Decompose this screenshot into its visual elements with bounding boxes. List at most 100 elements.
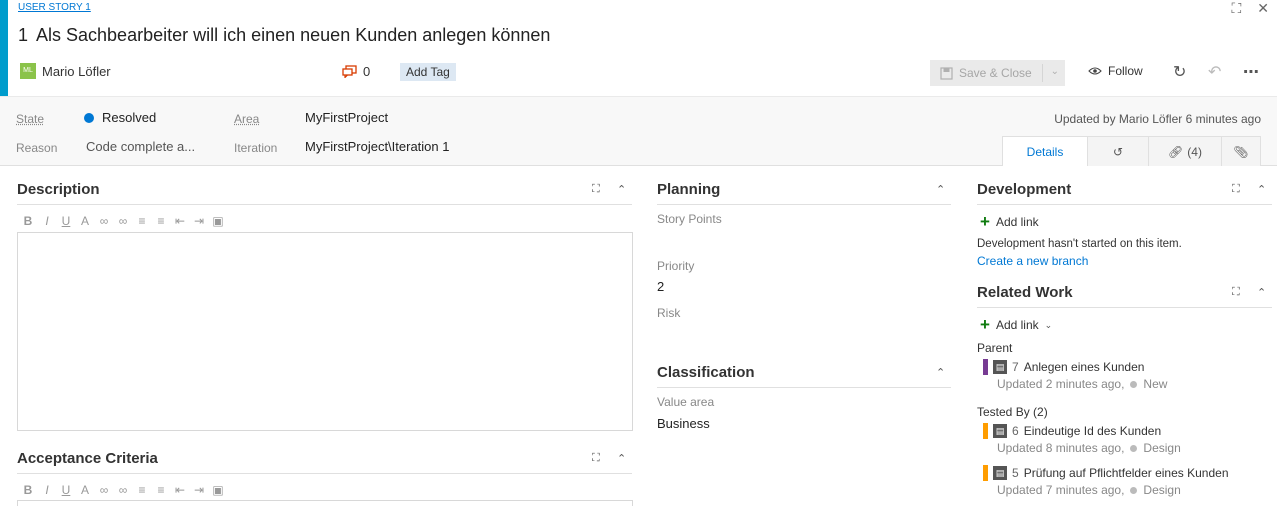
indent-icon[interactable]: ⇥ — [193, 483, 205, 497]
acceptance-criteria-title[interactable]: Acceptance Criteria — [17, 450, 158, 467]
chevron-up-icon[interactable]: ⌃ — [1257, 286, 1266, 299]
reason-field[interactable]: Code complete a... — [86, 139, 195, 154]
assigned-to[interactable]: Mario Löfler — [42, 64, 111, 79]
chevron-up-icon[interactable]: ⌃ — [617, 452, 626, 465]
state-field[interactable]: Resolved — [84, 110, 156, 125]
follow-button[interactable]: Follow — [1088, 64, 1143, 78]
bold-icon[interactable]: B — [22, 214, 34, 228]
plus-icon: + — [980, 315, 990, 334]
related-item-title[interactable]: Prüfung auf Pflichtfelder eines Kunden — [1024, 466, 1229, 480]
classification-title[interactable]: Classification — [657, 364, 755, 381]
bold-icon[interactable]: B — [22, 483, 34, 497]
numbered-list-icon[interactable]: ≡ — [155, 214, 167, 228]
chevron-up-icon[interactable]: ⌃ — [617, 183, 626, 196]
related-item-state: Design — [1143, 441, 1181, 455]
state-label: State — [16, 112, 45, 126]
highlight-icon[interactable]: A — [79, 214, 91, 228]
state-value: Resolved — [102, 110, 157, 125]
related-item-meta: Updated 7 minutes ago, Design — [997, 483, 1181, 497]
eye-icon — [1088, 67, 1102, 75]
maximize-icon[interactable]: ⛶ — [1232, 183, 1240, 196]
refresh-icon[interactable]: ↻ — [1173, 62, 1186, 82]
last-updated[interactable]: Updated by Mario Löfler 6 minutes ago — [1054, 112, 1261, 126]
description-editor[interactable] — [17, 232, 633, 431]
type-color-bar — [983, 465, 988, 481]
add-link-label: Add link — [995, 215, 1039, 229]
underline-icon[interactable]: U — [60, 483, 72, 497]
indent-icon[interactable]: ⇥ — [193, 214, 205, 228]
more-actions-icon[interactable]: ⋯ — [1243, 62, 1259, 82]
related-add-link-button[interactable]: + Add link ⌄ — [980, 315, 1052, 334]
work-item-icon: ▤ — [993, 360, 1007, 374]
underline-icon[interactable]: U — [60, 214, 72, 228]
tab-history[interactable]: ↺ — [1087, 136, 1149, 166]
related-item-title[interactable]: Anlegen eines Kunden — [1024, 360, 1145, 374]
maximize-icon[interactable]: ⛶ — [1232, 286, 1240, 299]
divider — [17, 204, 632, 205]
link-icon[interactable]: ∞ — [98, 483, 110, 497]
maximize-icon[interactable]: ⛶ — [592, 183, 600, 196]
numbered-list-icon[interactable]: ≡ — [155, 483, 167, 497]
work-item-id: 1 — [18, 25, 29, 45]
fullscreen-icon[interactable]: ⛶ — [1231, 0, 1241, 17]
chevron-up-icon[interactable]: ⌃ — [936, 183, 945, 196]
add-link-label: Add link — [995, 318, 1039, 332]
link-icon: 🔗︎ — [1168, 144, 1184, 159]
create-branch-link[interactable]: Create a new branch — [977, 254, 1088, 268]
outdent-icon[interactable]: ⇤ — [174, 483, 186, 497]
development-title[interactable]: Development — [977, 181, 1071, 198]
save-close-button[interactable]: Save & Close ⌄ — [930, 60, 1065, 86]
tab-attachments[interactable]: 📎︎ — [1221, 136, 1261, 166]
work-item-title-text[interactable]: Als Sachbearbeiter will ich einen neuen … — [36, 25, 550, 45]
close-icon[interactable]: ✕ — [1257, 0, 1269, 17]
related-item-id: 5 — [1012, 466, 1019, 480]
related-work-title[interactable]: Related Work — [977, 284, 1073, 301]
form-tabs: Details ↺ 🔗︎ (4) 📎︎ — [1002, 136, 1261, 166]
image-icon[interactable]: ▣ — [212, 214, 224, 228]
work-item-fields-band: State Resolved Reason Code complete a...… — [0, 96, 1277, 166]
outdent-icon[interactable]: ⇤ — [174, 214, 186, 228]
add-tag-button[interactable]: Add Tag — [400, 63, 456, 81]
comments-count[interactable]: 0 — [342, 64, 370, 79]
image-icon[interactable]: ▣ — [212, 483, 224, 497]
state-dot — [84, 113, 94, 123]
risk-label: Risk — [657, 306, 681, 320]
work-item-icon: ▤ — [993, 466, 1007, 480]
tab-details[interactable]: Details — [1002, 136, 1088, 166]
divider — [657, 204, 951, 205]
acceptance-toolbar: B I U A ∞ ∞ ≡ ≡ ⇤ ⇥ ▣ — [22, 483, 224, 497]
work-item-title[interactable]: 1 Als Sachbearbeiter will ich einen neuen… — [18, 25, 550, 46]
state-dot — [1130, 380, 1138, 388]
tab-links[interactable]: 🔗︎ (4) — [1148, 136, 1222, 166]
related-item-tested[interactable]: ▤ 6 Eindeutige Id des Kunden — [983, 423, 1161, 439]
chevron-up-icon[interactable]: ⌃ — [1257, 183, 1266, 196]
italic-icon[interactable]: I — [41, 214, 53, 228]
chevron-up-icon[interactable]: ⌃ — [936, 366, 945, 379]
planning-title[interactable]: Planning — [657, 181, 720, 198]
value-area-field[interactable]: Business — [657, 416, 710, 431]
related-item-tested[interactable]: ▤ 5 Prüfung auf Pflichtfelder eines Kund… — [983, 465, 1229, 481]
chevron-down-icon[interactable]: ⌄ — [1051, 66, 1059, 77]
work-item-type-link[interactable]: USER STORY 1 — [18, 2, 91, 13]
development-add-link-button[interactable]: + Add link — [980, 213, 1039, 230]
acceptance-criteria-editor[interactable] — [17, 500, 633, 506]
related-item-title[interactable]: Eindeutige Id des Kunden — [1024, 424, 1161, 438]
reason-label: Reason — [16, 141, 58, 155]
bullet-list-icon[interactable]: ≡ — [136, 483, 148, 497]
link-icon[interactable]: ∞ — [98, 214, 110, 228]
highlight-icon[interactable]: A — [79, 483, 91, 497]
unlink-icon[interactable]: ∞ — [117, 214, 129, 228]
related-item-parent[interactable]: ▤ 7 Anlegen eines Kunden — [983, 359, 1144, 375]
bullet-list-icon[interactable]: ≡ — [136, 214, 148, 228]
iteration-field[interactable]: MyFirstProject\Iteration 1 — [305, 139, 450, 154]
area-field[interactable]: MyFirstProject — [305, 110, 388, 125]
value-area-label: Value area — [657, 395, 715, 409]
description-title[interactable]: Description — [17, 181, 100, 198]
priority-label: Priority — [657, 259, 695, 273]
maximize-icon[interactable]: ⛶ — [592, 452, 600, 465]
italic-icon[interactable]: I — [41, 483, 53, 497]
priority-field[interactable]: 2 — [657, 279, 664, 294]
unlink-icon[interactable]: ∞ — [117, 483, 129, 497]
description-toolbar: B I U A ∞ ∞ ≡ ≡ ⇤ ⇥ ▣ — [22, 214, 224, 228]
undo-icon[interactable]: ↶ — [1208, 62, 1221, 82]
